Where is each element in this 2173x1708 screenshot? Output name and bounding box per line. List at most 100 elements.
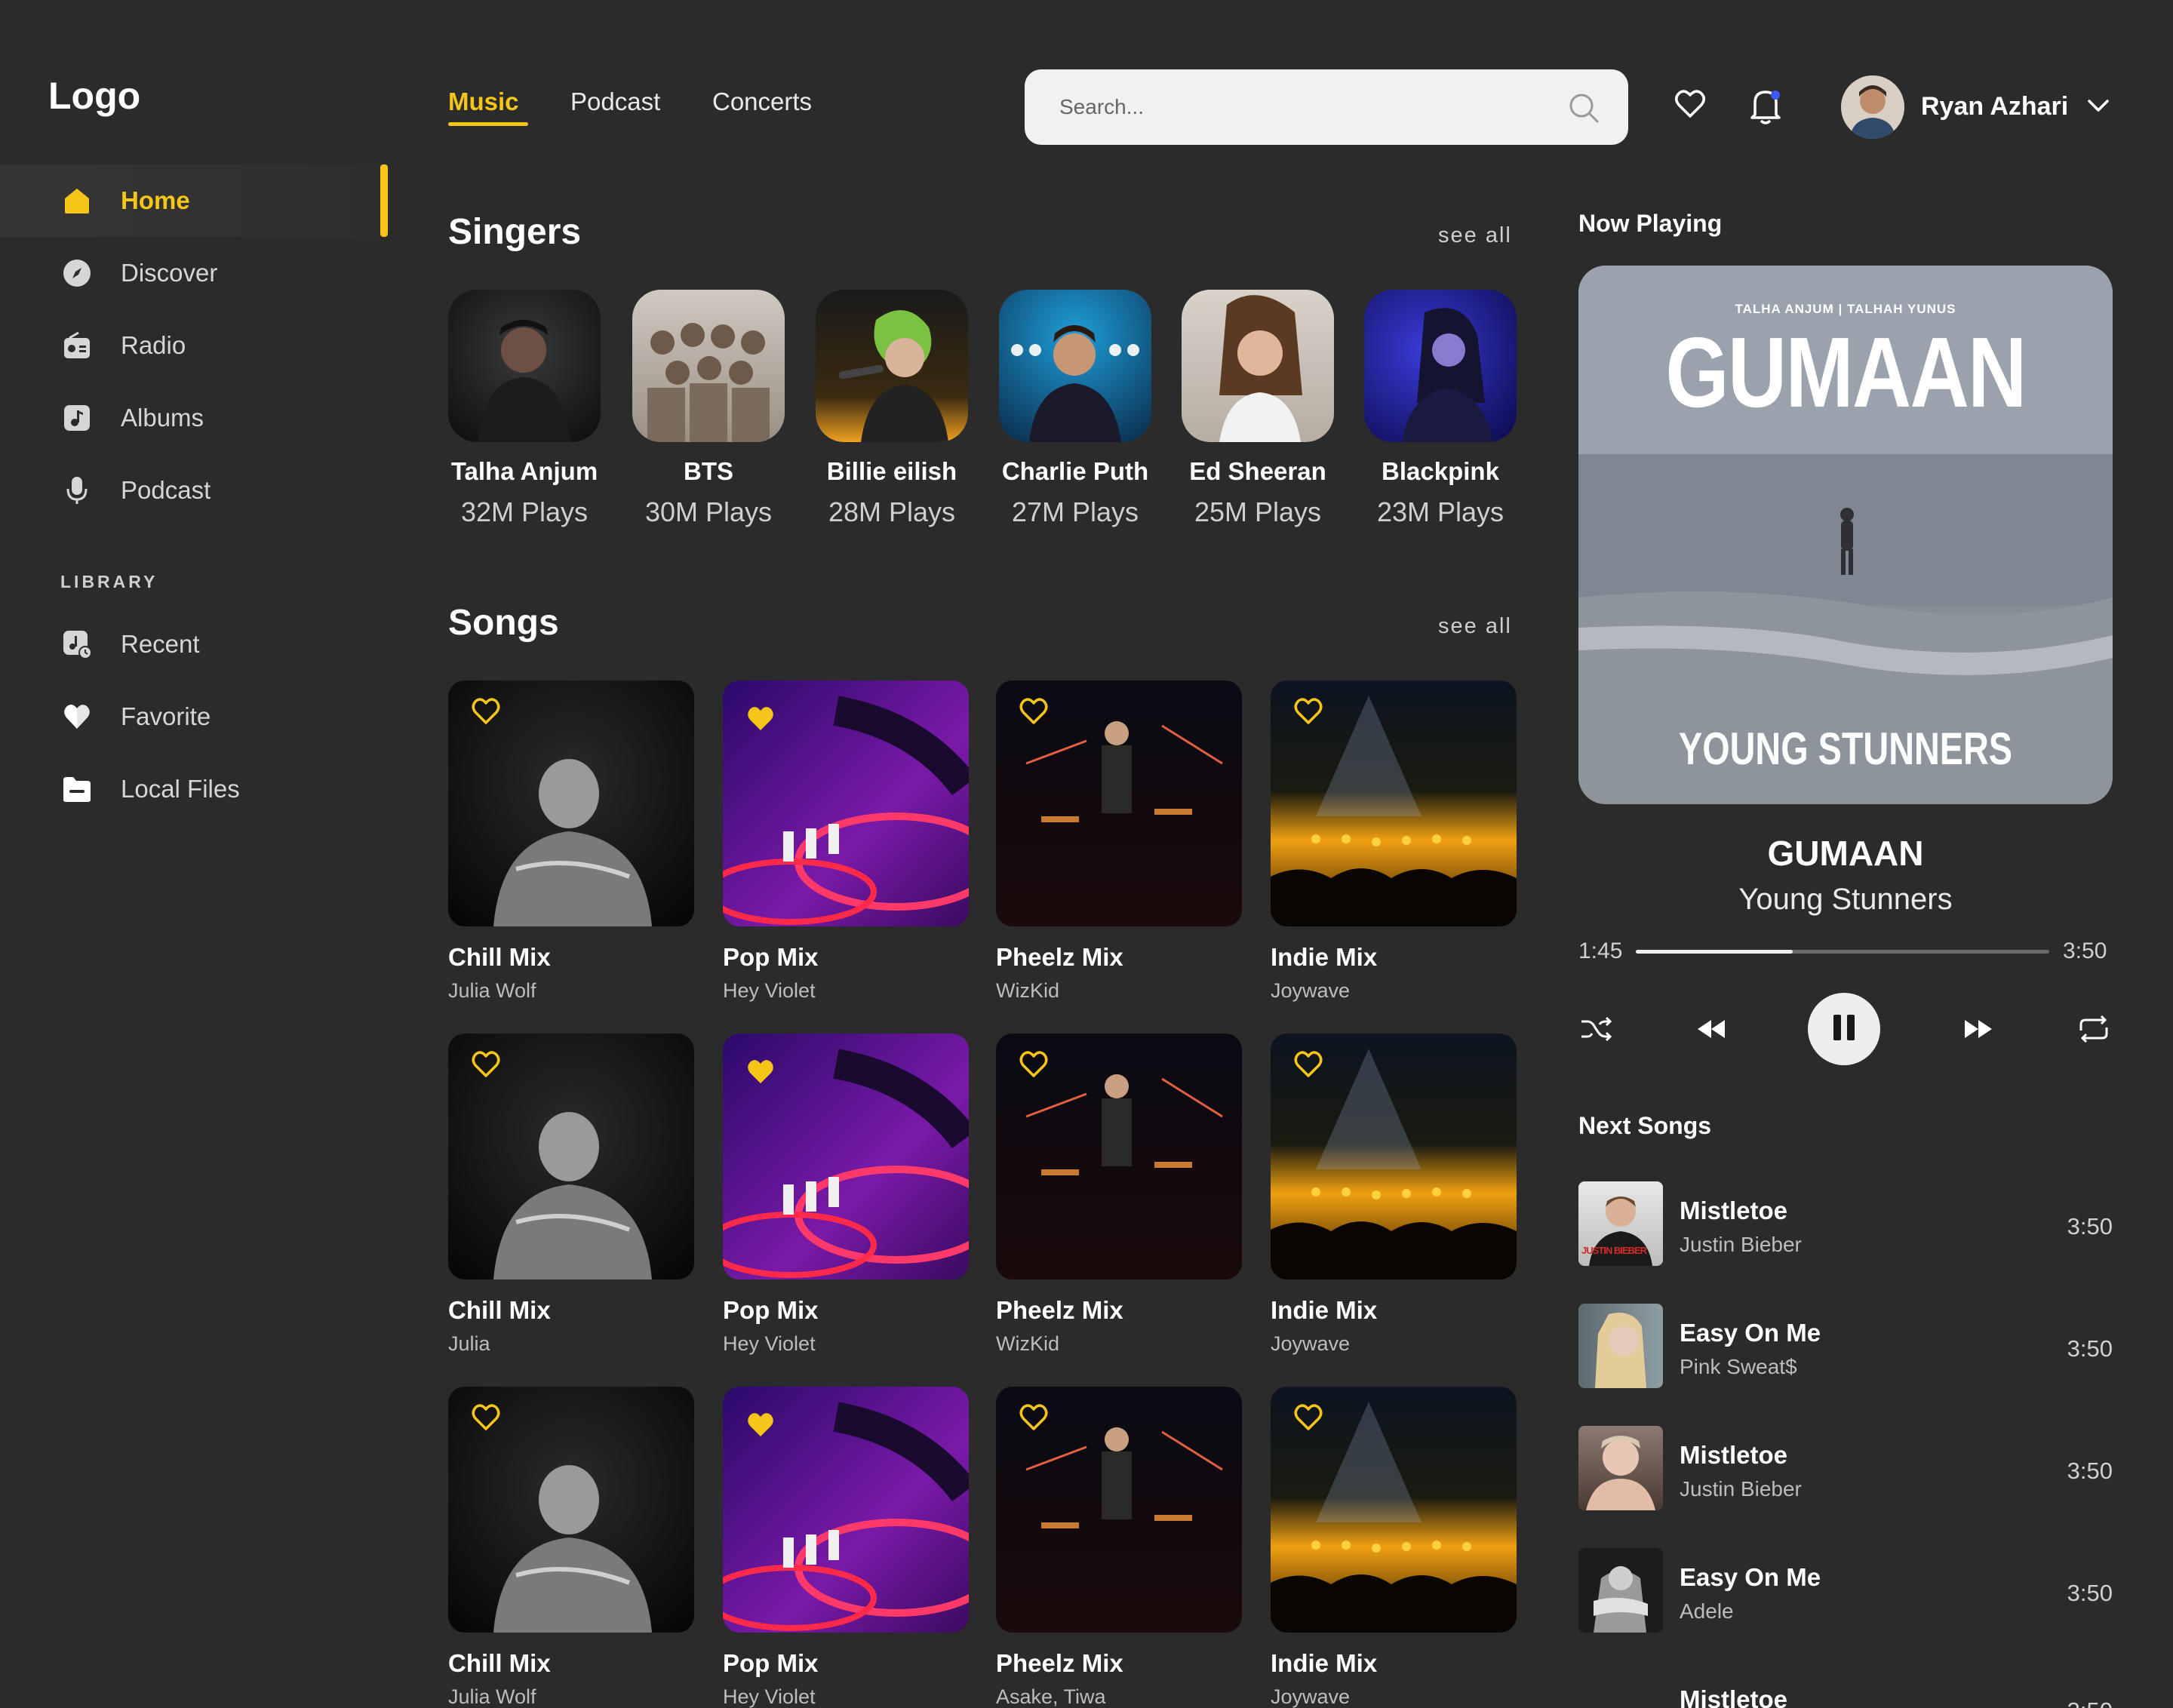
heart-icon[interactable]: [1674, 88, 1707, 124]
song-title: Pheelz Mix: [996, 943, 1123, 971]
singer-name: BTS: [684, 457, 733, 485]
sidebar-item-home[interactable]: Home: [0, 164, 388, 237]
favorite-heart-icon[interactable]: [471, 1049, 501, 1083]
tab-music[interactable]: Music: [448, 88, 519, 116]
favorite-heart-icon[interactable]: [471, 1402, 501, 1436]
singers-see-all-link[interactable]: see all: [1438, 223, 1512, 248]
next-song-item[interactable]: Easy On Me Adele 3:50: [1578, 1548, 2113, 1636]
song-card[interactable]: Pop Mix Hey Violet: [723, 680, 969, 1003]
favorite-heart-icon[interactable]: [471, 696, 501, 730]
song-artist: Joywave: [1271, 1332, 1351, 1355]
favorite-heart-icon[interactable]: [1019, 1402, 1049, 1436]
next-song-title: Easy On Me: [1680, 1319, 1821, 1347]
favorite-heart-icon[interactable]: [1293, 1049, 1323, 1083]
shuffle-icon[interactable]: [1580, 1015, 1612, 1046]
favorite-heart-icon[interactable]: [745, 1409, 776, 1443]
progress-bar[interactable]: [1636, 950, 2049, 954]
songs-title: Songs: [448, 603, 559, 643]
song-artist: Hey Violet: [723, 979, 816, 1002]
singer-photo: [816, 290, 968, 442]
sidebar-item-favorite[interactable]: Favorite: [0, 680, 388, 753]
songs-see-all-link[interactable]: see all: [1438, 614, 1512, 639]
next-song-title: Mistletoe: [1680, 1197, 1788, 1224]
user-name[interactable]: Ryan Azhari: [1921, 92, 2068, 121]
search-icon[interactable]: [1568, 92, 1600, 127]
singer-card[interactable]: Billie eilish 28M Plays: [813, 290, 971, 528]
favorite-heart-icon[interactable]: [1019, 1049, 1049, 1083]
song-card[interactable]: Indie Mix Joywave: [1271, 1034, 1517, 1356]
singer-card[interactable]: Talha Anjum 32M Plays: [445, 290, 604, 528]
next-song-thumbnail: [1578, 1426, 1663, 1510]
repeat-icon[interactable]: [2076, 1014, 2111, 1048]
tab-concerts[interactable]: Concerts: [712, 88, 812, 116]
singer-card[interactable]: Blackpink 23M Plays: [1361, 290, 1520, 528]
next-song-item[interactable]: Easy On Me Pink Sweat$ 3:50: [1578, 1304, 2113, 1391]
sidebar-item-albums[interactable]: Albums: [0, 382, 388, 454]
previous-icon[interactable]: [1695, 1018, 1728, 1043]
logo[interactable]: Logo: [48, 74, 140, 118]
song-title: Pop Mix: [723, 1649, 819, 1677]
compass-icon: [62, 258, 92, 288]
song-card[interactable]: Pheelz Mix Asake, Tiwa: [996, 1387, 1242, 1708]
sidebar-item-recent[interactable]: Recent: [0, 608, 388, 680]
singer-plays: 25M Plays: [1194, 496, 1322, 527]
singer-photo: [448, 290, 601, 442]
chevron-down-icon[interactable]: [2087, 98, 2110, 117]
singers-title: Singers: [448, 212, 582, 252]
song-artist: Joywave: [1271, 1685, 1351, 1708]
song-title: Chill Mix: [448, 1296, 551, 1324]
song-artist: Asake, Tiwa: [996, 1685, 1106, 1708]
song-card[interactable]: Indie Mix Joywave: [1271, 680, 1517, 1003]
favorite-heart-icon[interactable]: [1293, 696, 1323, 730]
song-card[interactable]: Pheelz Mix WizKid: [996, 680, 1242, 1003]
singer-name: Talha Anjum: [450, 457, 598, 485]
sidebar-item-radio[interactable]: Radio: [0, 309, 388, 382]
song-title: Pheelz Mix: [996, 1296, 1123, 1324]
singer-plays: 28M Plays: [828, 496, 956, 527]
next-song-item[interactable]: Mistletoe Justin Bieber 3:50: [1578, 1426, 2113, 1513]
singer-card[interactable]: Ed Sheeran 25M Plays: [1179, 290, 1337, 528]
song-card[interactable]: Chill Mix Julia Wolf: [448, 1387, 694, 1708]
singer-card[interactable]: Charlie Puth 27M Plays: [996, 290, 1154, 528]
favorite-heart-icon[interactable]: [1019, 696, 1049, 730]
bell-icon[interactable]: [1747, 86, 1784, 129]
song-artwork: [1271, 1387, 1517, 1633]
song-title: Chill Mix: [448, 943, 551, 971]
song-artwork: [996, 1387, 1242, 1633]
song-artwork: [996, 680, 1242, 926]
singer-card[interactable]: BTS 30M Plays: [629, 290, 788, 528]
song-card[interactable]: Chill Mix Julia Wolf: [448, 680, 694, 1003]
tab-podcast[interactable]: Podcast: [570, 88, 660, 116]
cover-credits: TALHA ANJUM | TALHAH YUNUS: [1735, 302, 1956, 316]
favorite-heart-icon[interactable]: [1293, 1402, 1323, 1436]
cover-title: GUMAAN: [1665, 317, 2027, 428]
song-card[interactable]: Pop Mix Hey Violet: [723, 1387, 969, 1708]
song-title: Indie Mix: [1271, 1296, 1378, 1324]
next-song-artist: Adele: [1680, 1599, 1734, 1623]
search-input[interactable]: [1059, 92, 1542, 122]
song-card[interactable]: Indie Mix Joywave: [1271, 1387, 1517, 1708]
song-artwork: [996, 1034, 1242, 1279]
sidebar-item-local-files[interactable]: Local Files: [0, 753, 388, 825]
singer-plays: 27M Plays: [1011, 496, 1139, 527]
next-song-item[interactable]: Mistletoe 3:50: [1578, 1670, 2113, 1708]
pause-button[interactable]: [1808, 993, 1880, 1065]
next-song-duration: 3:50: [2067, 1458, 2113, 1484]
favorite-heart-icon[interactable]: [745, 1056, 776, 1090]
sidebar-item-label: Favorite: [121, 702, 211, 730]
singer-name: Charlie Puth: [1001, 457, 1149, 485]
next-song-item[interactable]: JUSTIN BIEBER Mistletoe Justin Bieber 3:…: [1578, 1181, 2113, 1269]
sidebar-item-label: Albums: [121, 404, 204, 432]
singer-name: Ed Sheeran: [1189, 457, 1326, 485]
song-artist: Julia Wolf: [448, 979, 536, 1002]
favorite-heart-icon[interactable]: [745, 703, 776, 737]
song-card[interactable]: Chill Mix Julia: [448, 1034, 694, 1356]
next-icon[interactable]: [1962, 1018, 1995, 1043]
heart-icon: [62, 702, 92, 732]
sidebar-item-podcast[interactable]: Podcast: [0, 454, 388, 527]
singer-photo: [1182, 290, 1334, 442]
song-card[interactable]: Pop Mix Hey Violet: [723, 1034, 969, 1356]
song-card[interactable]: Pheelz Mix WizKid: [996, 1034, 1242, 1356]
sidebar-item-discover[interactable]: Discover: [0, 237, 388, 309]
avatar[interactable]: [1841, 75, 1904, 139]
